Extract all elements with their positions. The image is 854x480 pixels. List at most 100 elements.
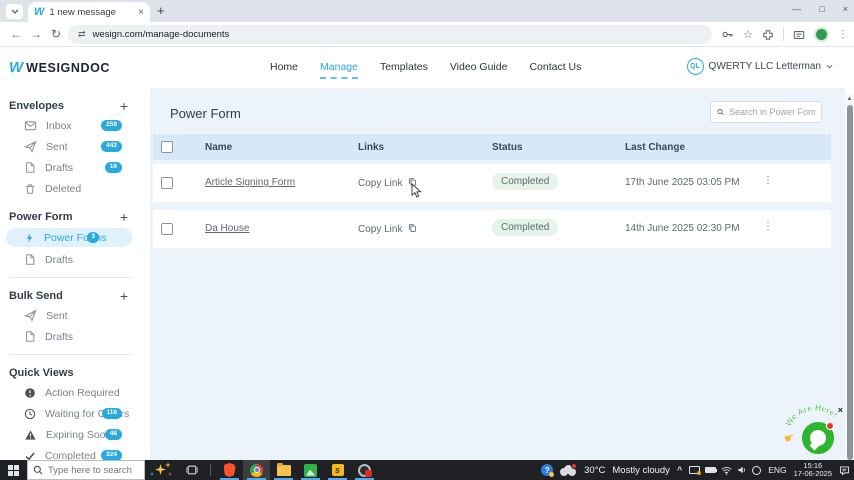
last-change-value: 17th June 2025 03:05 PM [625,177,740,188]
forward-button[interactable]: → [26,27,46,41]
add-envelope-icon[interactable]: + [120,99,128,113]
inbox-icon [24,121,37,131]
search-highlights-icon[interactable] [145,460,179,480]
copy-link[interactable]: Copy Link [358,223,417,235]
window-close-button[interactable]: × [841,2,850,16]
nav-contact-us[interactable]: Contact Us [529,61,581,79]
user-avatar: QL [686,58,704,75]
taskbar-clock[interactable]: 15:16 17-06-2025 [794,461,832,479]
window-maximize-button[interactable]: □ [817,2,826,16]
volume-icon[interactable] [737,465,747,475]
add-bulk-send-icon[interactable]: + [120,289,128,303]
nav-video-guide[interactable]: Video Guide [450,61,508,79]
scroll-up-icon[interactable]: ▲ [845,96,854,102]
user-menu[interactable]: QL QWERTY LLC Letterman [686,58,833,75]
sidebar-item-sent[interactable]: Sent 442 [0,136,150,157]
draft-file-icon [26,162,35,173]
sidebar-item-inbox[interactable]: Inbox 259 [0,115,150,136]
add-power-form-icon[interactable]: + [120,210,128,224]
reload-button[interactable]: ↻ [46,27,66,41]
row-menu-icon[interactable]: ⋮ [763,221,773,232]
sidebar-item-deleted[interactable]: Deleted [0,178,150,199]
row-checkbox[interactable] [161,223,173,235]
action-center-icon[interactable] [839,465,850,476]
photos-icon [304,463,317,477]
task-view-button[interactable] [179,464,205,476]
send-icon [24,309,37,322]
taskbar-app-photos[interactable] [297,460,324,480]
sidebar-item-bulk-drafts[interactable]: Drafts [0,326,150,347]
select-all-checkbox[interactable] [161,141,173,153]
site-info-icon[interactable]: ⇄ [78,29,86,40]
sidebar-item-bulk-sent[interactable]: Sent [0,305,150,326]
row-menu-icon[interactable]: ⋮ [763,175,773,186]
search-input[interactable] [729,107,815,117]
start-button[interactable] [0,460,27,480]
power-form-search[interactable] [710,101,822,123]
sidebar-item-action-required[interactable]: Action Required [0,382,150,403]
weather-cloud-icon[interactable] [560,462,578,476]
sidebar-item-waiting-for-others[interactable]: Waiting for Others 116 [0,403,150,424]
copy-link[interactable]: Copy Link [358,177,417,189]
taskbar-app-file-explorer[interactable] [270,460,297,480]
chevron-down-icon [11,9,18,14]
ring-tray-icon[interactable] [752,465,762,475]
extensions-icon[interactable] [762,29,774,41]
tab-list-button[interactable] [6,4,23,19]
new-tab-button[interactable]: + [157,3,165,18]
language-indicator[interactable]: ENG [768,465,786,475]
taskbar-app-chrome[interactable] [243,460,270,480]
tray-expand-icon[interactable]: ^ [677,465,682,475]
inbox-count-badge: 259 [101,120,122,131]
site-logo[interactable]: W WESIGNDOC [9,59,110,76]
search-icon [33,465,43,475]
sidebar-item-pf-drafts[interactable]: Drafts [0,249,150,270]
nav-templates[interactable]: Templates [380,61,428,79]
copy-icon[interactable] [408,223,417,233]
scrollbar-thumb[interactable] [846,105,853,460]
battery-icon[interactable] [705,467,718,473]
status-badge: Completed [492,219,559,236]
chat-widget[interactable]: × We Are Here! ☛ [782,399,846,461]
taskbar: s ? 30°C Mostly cloudy ^ ENG 15:16 17-06… [0,460,854,480]
taskbar-app-brave[interactable] [216,460,243,480]
nav-home[interactable]: Home [270,61,298,79]
taskbar-app-s[interactable]: s [324,460,351,480]
section-bulk-send: Bulk Send + [0,287,150,305]
nav-manage[interactable]: Manage [320,61,358,79]
weather-temp[interactable]: 30°C [584,465,605,476]
page-scrollbar[interactable]: ▲ ▼ [845,94,854,480]
page-content: W WESIGNDOC Home Manage Templates Video … [0,47,854,480]
logo-mark-icon: W [9,59,24,76]
mouse-cursor [411,183,422,198]
sidebar-item-power-forms[interactable]: Power Forms 3 [6,228,132,247]
row-checkbox[interactable] [161,177,173,189]
help-tray-icon[interactable]: ? [541,464,555,477]
draft-file-icon [26,254,35,265]
weather-condition[interactable]: Mostly cloudy [612,465,670,476]
password-key-icon[interactable] [721,28,734,41]
form-name-link[interactable]: Article Signing Form [205,177,295,188]
taskbar-app-recorder[interactable] [351,460,378,480]
taskbar-search[interactable] [27,460,145,480]
form-name-link[interactable]: Da House [205,223,249,234]
taskbar-search-input[interactable] [48,464,138,476]
expiring-count-badge: 48 [104,429,122,440]
address-bar[interactable]: ⇄ wesign.com/manage-documents [68,25,712,44]
sidebar-item-drafts[interactable]: Drafts 16 [0,157,150,178]
window-minimize-button[interactable]: — [790,2,803,16]
browser-profile-avatar[interactable] [814,27,829,42]
sidebar-item-expiring-soon[interactable]: Expiring Soon 48 [0,424,150,445]
tab-close-icon[interactable]: × [138,7,144,18]
sidebar-item-label: Sent [46,140,68,153]
sidebar-item-label: Drafts [45,330,74,343]
wifi-icon[interactable] [721,466,732,475]
section-title: Bulk Send [9,290,63,302]
lightning-icon [26,232,33,243]
back-button[interactable]: ← [6,27,26,41]
media-controls-icon[interactable] [793,29,805,41]
device-tray-icon[interactable] [689,466,702,475]
bookmark-star-icon[interactable]: ☆ [743,28,753,41]
browser-tab[interactable]: W 1 new message × [28,2,150,22]
browser-menu-icon[interactable]: ⋮ [838,29,848,40]
